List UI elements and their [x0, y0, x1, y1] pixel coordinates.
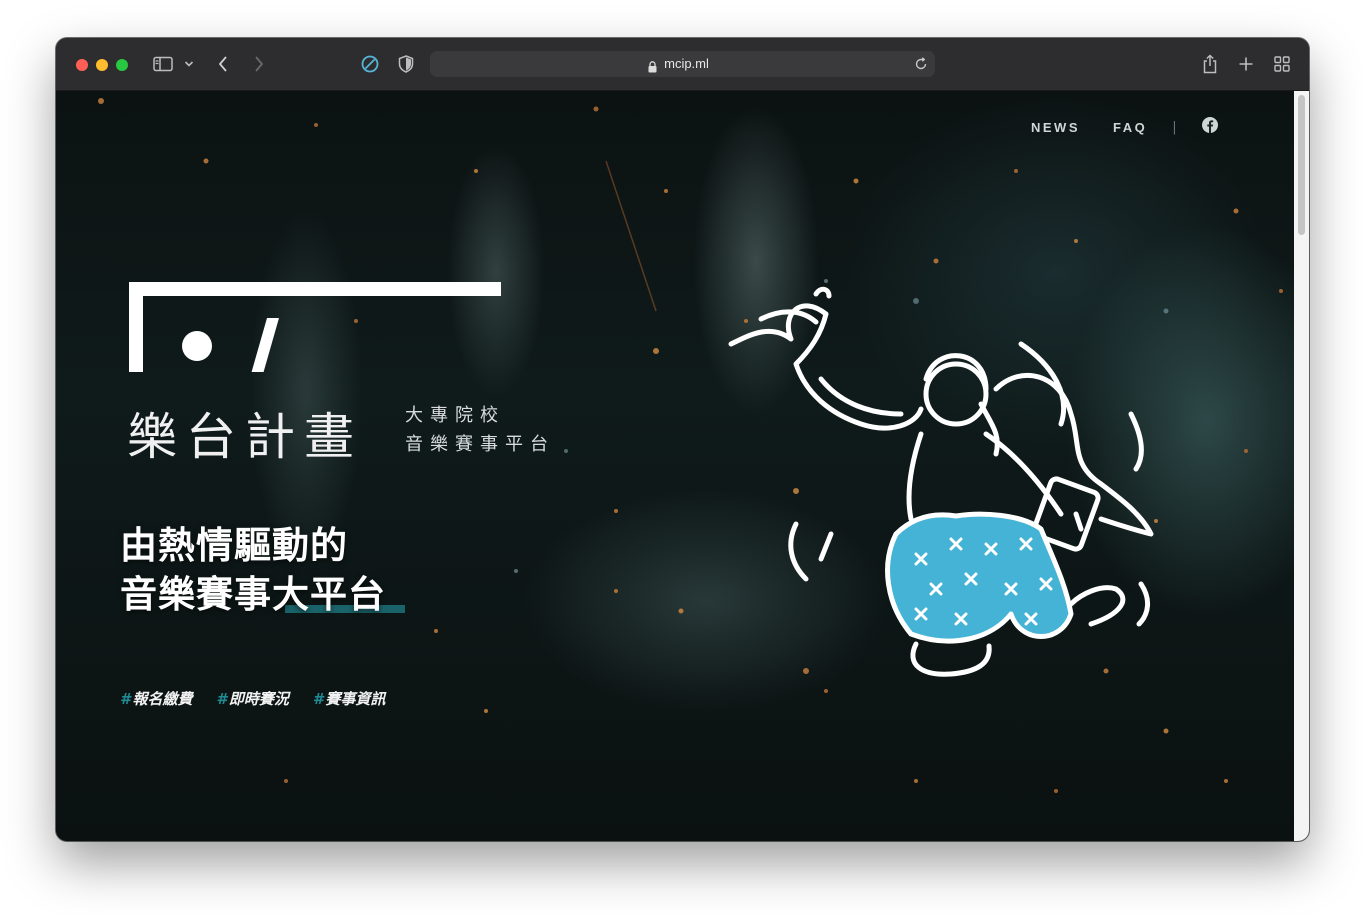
- tag-hash: #: [312, 690, 324, 708]
- tag-label: 賽事資訊: [325, 690, 386, 708]
- scrollbar[interactable]: [1294, 91, 1309, 841]
- tag-label: 即時賽況: [228, 690, 289, 708]
- tag-label: 報名繳費: [132, 690, 193, 708]
- page-content: NEWS FAQ | 樂台計畫 大專院校 音樂賽事平台 由熱情驅動的 音樂賽事大…: [56, 91, 1309, 841]
- zoom-window-button[interactable]: [116, 59, 128, 71]
- scrollbar-thumb[interactable]: [1298, 95, 1305, 235]
- nav-news-link[interactable]: NEWS: [1031, 120, 1080, 135]
- dancing-character-illustration: [728, 286, 1154, 677]
- url-text: mcip.ml: [664, 56, 709, 71]
- close-window-button[interactable]: [76, 59, 88, 71]
- hero-headline-line2: 音樂賽事大平台: [120, 573, 386, 616]
- tag-hash: #: [120, 690, 131, 708]
- browser-window: mcip.ml NEWS FAQ | 樂台計畫 大專院校 音樂賽事平台 由熱情驅…: [56, 38, 1309, 841]
- facebook-icon[interactable]: [1201, 117, 1218, 137]
- chevron-down-icon[interactable]: [182, 52, 196, 76]
- forward-icon[interactable]: [250, 52, 268, 76]
- browser-toolbar: mcip.ml: [56, 38, 1309, 91]
- shield-icon[interactable]: [396, 52, 416, 76]
- tag-live-status[interactable]: # 即時賽況: [216, 688, 288, 709]
- top-nav: NEWS FAQ |: [1031, 117, 1218, 137]
- brand-subtitle-line1: 大專院校: [405, 405, 505, 426]
- privacy-icon[interactable]: [359, 52, 381, 76]
- back-icon[interactable]: [214, 52, 232, 76]
- plus-icon[interactable]: [1236, 52, 1256, 76]
- logo-icon: [129, 282, 501, 372]
- tag-registration[interactable]: # 報名繳費: [120, 688, 192, 709]
- share-icon[interactable]: [1200, 52, 1220, 76]
- hero-headline-line1: 由熱情驅動的: [120, 524, 348, 567]
- nav-separator: |: [1172, 119, 1177, 135]
- sidebar-icon[interactable]: [152, 52, 174, 76]
- tabs-grid-icon[interactable]: [1272, 52, 1292, 76]
- brand-subtitle-line2: 音樂賽事平台: [405, 434, 555, 455]
- address-bar[interactable]: mcip.ml: [430, 51, 935, 77]
- nav-faq-link[interactable]: FAQ: [1113, 120, 1147, 135]
- hero-tags: # 報名繳費 # 即時賽況 # 賽事資訊: [120, 688, 409, 709]
- tag-event-info[interactable]: # 賽事資訊: [313, 688, 385, 709]
- reload-icon[interactable]: [913, 56, 929, 76]
- brand-title: 樂台計畫: [127, 408, 363, 466]
- minimize-window-button[interactable]: [96, 59, 108, 71]
- tag-hash: #: [216, 690, 227, 708]
